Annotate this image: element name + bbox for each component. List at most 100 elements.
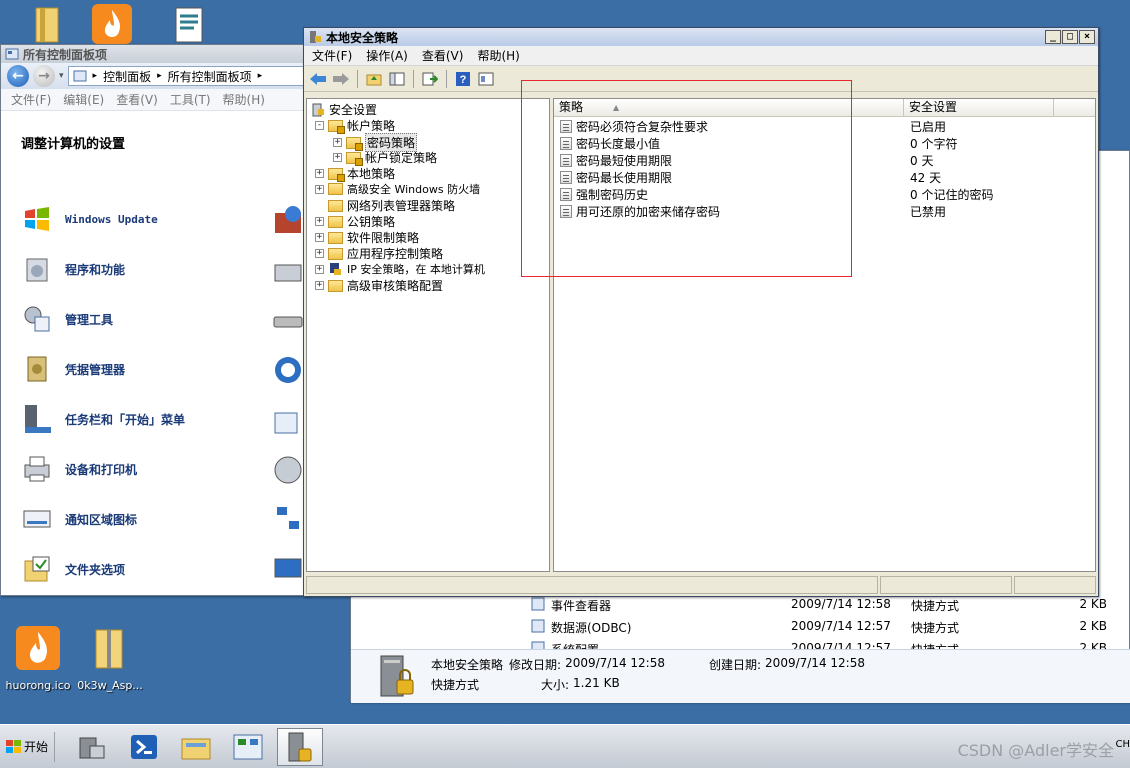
expand-toggle[interactable]: + xyxy=(315,264,324,274)
folder-icon xyxy=(328,215,343,228)
window-title: 所有控制面板项 xyxy=(23,47,108,62)
forward-button[interactable] xyxy=(331,69,351,89)
tree-node-app-control[interactable]: + 应用程序控制策略 xyxy=(315,245,443,262)
menu-view[interactable]: 查看(V) xyxy=(422,47,464,64)
tree-node-network-list[interactable]: 网络列表管理器策略 xyxy=(328,197,455,214)
folder-up-icon xyxy=(366,74,382,85)
start-button[interactable]: 开始 xyxy=(0,731,56,762)
desktop-icon-huorong[interactable]: huorong.ico xyxy=(0,624,78,692)
control-panel-window[interactable]: 所有控制面板项 ← → ▾ ▸ 控制面板 ▸ 所有控制面板项 ▸ 文件(F) 编… xyxy=(0,44,310,596)
expand-toggle[interactable]: + xyxy=(315,249,324,258)
tree-node-label: IP 安全策略，在 本地计算机 xyxy=(347,263,485,276)
file-date: 2009/7/14 12:57 xyxy=(791,619,891,633)
keyboard-icon[interactable] xyxy=(273,307,303,337)
shortcut-icon xyxy=(531,619,545,633)
menu-view[interactable]: 查看(V) xyxy=(116,91,158,108)
tree-node-account-policy[interactable]: - 帐户策略 xyxy=(315,117,395,134)
firewall-icon[interactable] xyxy=(273,205,303,235)
calendar-icon[interactable] xyxy=(273,405,303,435)
expand-toggle[interactable]: + xyxy=(315,217,324,226)
tree-node-security-settings[interactable]: 安全设置 xyxy=(311,101,377,118)
expand-toggle[interactable]: + xyxy=(333,138,342,147)
ime-indicator[interactable]: CH xyxy=(1115,739,1130,750)
properties-button[interactable] xyxy=(476,69,496,89)
policy-value: 0 个字符 xyxy=(910,137,958,151)
detail-size: 1.21 KB xyxy=(573,676,620,690)
cp-item-notify-icons[interactable]: 通知区域图标 xyxy=(21,503,137,535)
cp-item-folder-options[interactable]: 文件夹选项 xyxy=(21,553,125,585)
display-icon[interactable] xyxy=(273,553,303,583)
column-header-setting[interactable]: 安全设置 xyxy=(904,99,1054,116)
title-bar[interactable]: 所有控制面板项 xyxy=(1,45,309,63)
tree-node-public-key[interactable]: + 公钥策略 xyxy=(315,213,395,230)
expand-toggle[interactable]: + xyxy=(315,184,324,194)
desktop-icon-zip[interactable]: 0k3w_Asp... xyxy=(70,624,150,692)
chevron-down-icon[interactable]: ▾ xyxy=(59,71,64,81)
breadcrumb[interactable]: ▸ 控制面板 ▸ 所有控制面板项 ▸ xyxy=(67,66,309,86)
close-button[interactable]: × xyxy=(1079,30,1095,44)
tree-node-lockout-policy[interactable]: + 帐户锁定策略 xyxy=(333,149,437,166)
cp-item-programs[interactable]: 程序和功能 xyxy=(21,253,125,285)
tree-node-label: 网络列表管理器策略 xyxy=(347,199,456,213)
status-pane xyxy=(1014,576,1096,594)
expand-toggle[interactable]: + xyxy=(315,281,324,290)
column-header-label: 安全设置 xyxy=(909,100,958,114)
menu-help[interactable]: 帮助(H) xyxy=(477,47,519,64)
up-level-button[interactable] xyxy=(364,69,384,89)
taskbar-powershell[interactable] xyxy=(121,728,167,766)
huorong-icon xyxy=(16,626,60,670)
export-list-button[interactable] xyxy=(420,69,440,89)
back-button[interactable]: ← xyxy=(7,65,29,87)
cp-item-taskbar[interactable]: 任务栏和「开始」菜单 xyxy=(21,403,185,435)
show-hide-tree-button[interactable] xyxy=(387,69,407,89)
document-icon xyxy=(175,7,203,43)
sound-icon[interactable] xyxy=(273,455,303,485)
export-icon xyxy=(422,72,438,85)
menu-file[interactable]: 文件(F) xyxy=(11,91,51,108)
tree-node-ipsec[interactable]: + IP 安全策略，在 本地计算机 xyxy=(315,261,485,277)
menu-help[interactable]: 帮助(H) xyxy=(223,91,265,108)
menu-file[interactable]: 文件(F) xyxy=(312,47,352,64)
explorer-folder-icon xyxy=(181,738,211,759)
chevron-right-icon: ▸ xyxy=(92,71,98,81)
breadcrumb-item[interactable]: 所有控制面板项 xyxy=(168,68,252,85)
forward-button[interactable]: → xyxy=(33,65,55,87)
tree-node-local-policy[interactable]: + 本地策略 xyxy=(315,165,395,182)
network-icon[interactable] xyxy=(273,503,303,533)
desktop-icon-label: 0k3w_Asp... xyxy=(77,679,143,692)
phone-modem-icon[interactable] xyxy=(273,255,303,285)
menu-action[interactable]: 操作(A) xyxy=(366,47,408,64)
taskbar-server-manager[interactable] xyxy=(69,728,115,766)
expand-toggle[interactable]: + xyxy=(315,233,324,242)
menu-tools[interactable]: 工具(T) xyxy=(170,91,211,108)
tree-node-label: 帐户锁定策略 xyxy=(365,151,438,165)
title-bar[interactable]: 本地安全策略 _ □ × xyxy=(304,28,1098,46)
file-size: 2 KB xyxy=(1079,619,1107,633)
policy-value: 42 天 xyxy=(910,171,942,185)
cp-item-printers[interactable]: 设备和打印机 xyxy=(21,453,137,485)
menu-edit[interactable]: 编辑(E) xyxy=(63,91,104,108)
file-size: 2 KB xyxy=(1079,597,1107,611)
detail-type: 快捷方式 xyxy=(431,678,480,692)
back-button[interactable] xyxy=(308,69,328,89)
help-button[interactable]: ? xyxy=(453,69,473,89)
file-row[interactable]: 系统配置 2009/7/14 12:57 快捷方式 2 KB xyxy=(531,641,1107,649)
sync-center-icon[interactable] xyxy=(273,355,303,385)
expand-toggle[interactable]: + xyxy=(315,169,324,178)
maximize-button[interactable]: □ xyxy=(1062,30,1078,44)
file-row[interactable]: 事件查看器 2009/7/14 12:58 快捷方式 2 KB xyxy=(531,597,1107,614)
taskbar-security-policy[interactable] xyxy=(277,727,324,766)
collapse-toggle[interactable]: - xyxy=(315,121,324,130)
file-row[interactable]: 数据源(ODBC) 2009/7/14 12:57 快捷方式 2 KB xyxy=(531,619,1107,636)
cp-item-windows-update[interactable]: Windows Update xyxy=(21,203,158,235)
taskbar-explorer[interactable] xyxy=(173,728,219,766)
tree-node-advanced-audit[interactable]: + 高级审核策略配置 xyxy=(315,277,443,294)
breadcrumb-item[interactable]: 控制面板 xyxy=(103,68,151,85)
cp-item-credential[interactable]: 凭据管理器 xyxy=(21,353,125,385)
expand-toggle[interactable]: + xyxy=(333,153,342,162)
tree-node-software-restriction[interactable]: + 软件限制策略 xyxy=(315,229,419,246)
taskbar-control-panel[interactable] xyxy=(225,728,271,766)
tree-node-firewall[interactable]: + 高级安全 Windows 防火墙 xyxy=(315,181,480,197)
minimize-button[interactable]: _ xyxy=(1045,30,1061,44)
cp-item-admin-tools[interactable]: 管理工具 xyxy=(21,303,113,335)
